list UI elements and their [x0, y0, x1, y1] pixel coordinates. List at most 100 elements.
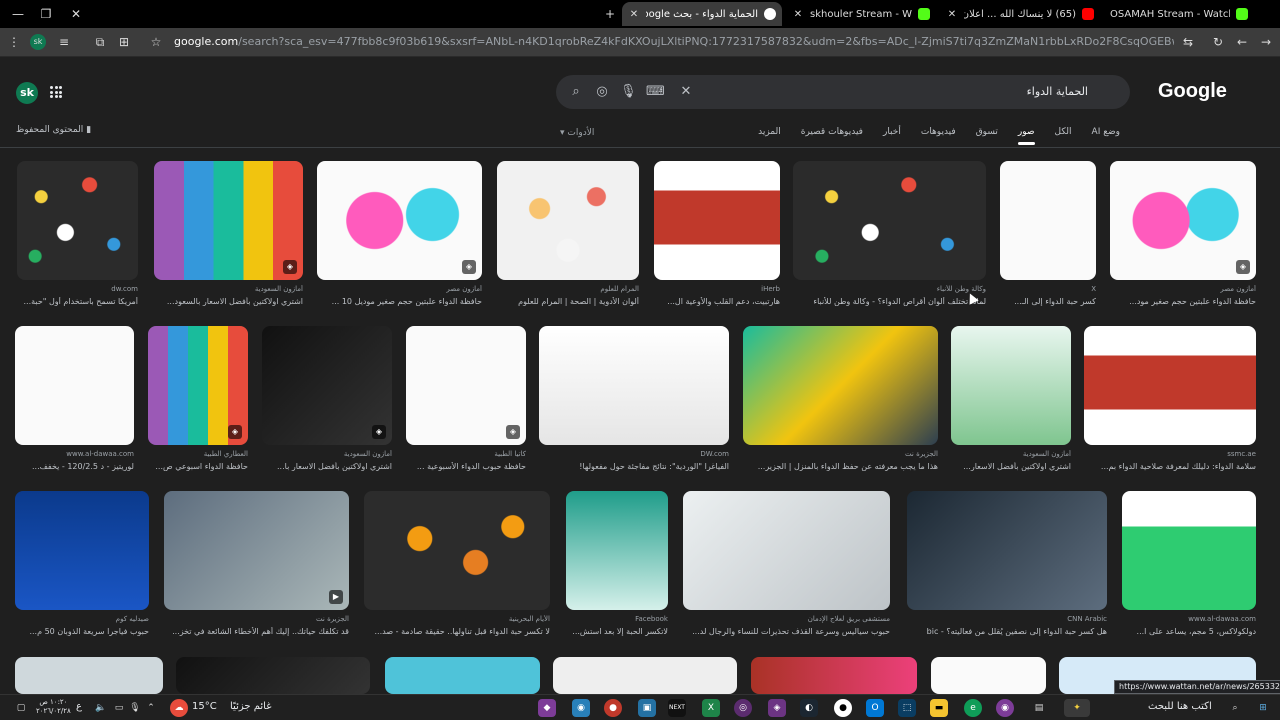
app-icon[interactable]: ◎ [734, 699, 752, 717]
back-icon[interactable]: ← [1234, 34, 1250, 50]
tab-images[interactable]: صور [1017, 127, 1035, 145]
result-source[interactable]: DW.com [539, 450, 729, 458]
tray-chevron-icon[interactable]: ⌃ [142, 699, 160, 717]
windows-start-icon[interactable]: ⊞ [1254, 699, 1272, 717]
result-thumbnail[interactable] [385, 657, 540, 694]
image-result[interactable]: ◈ أمازون مصر حافظة الدواء علبتين حجم صغي… [317, 161, 482, 311]
result-caption[interactable]: حافظة الدواء علبتين حجم صغير موديل 10 ..… [317, 297, 482, 306]
result-caption[interactable]: كسر حبة الدواء إلى الـ... [1000, 297, 1096, 306]
saved-content-link[interactable]: المحتوى المحفوظ ▮ [16, 125, 91, 135]
image-result[interactable]: ◈ كاتيا الطبية حافظة حبوب الدواء الأسبوع… [406, 326, 526, 476]
image-result[interactable]: CNN Arabic هل كسر حبة الدواء إلى نصفين ي… [907, 491, 1107, 641]
result-thumbnail[interactable]: ▶ [164, 491, 349, 610]
image-result[interactable]: الجزيرة نت هذا ما يجب معرفته عن حفظ الدو… [743, 326, 938, 476]
language-indicator[interactable]: ع [76, 701, 82, 712]
result-source[interactable]: كاتيا الطبية [406, 450, 526, 458]
app-icon[interactable]: ◉ [996, 699, 1014, 717]
result-caption[interactable]: ألوان الأدوية | الصحة | المرام للعلوم [497, 297, 639, 306]
keyboard-icon[interactable]: ⌨ [646, 84, 665, 100]
result-thumbnail[interactable] [683, 491, 890, 610]
volume-icon[interactable]: 🔈 [92, 699, 110, 717]
steam-icon[interactable]: ◐ [800, 699, 818, 717]
image-result[interactable]: ▶ الجزيرة نت قد تكلفك حياتك.. إليك أهم ا… [164, 491, 349, 641]
result-source[interactable]: صيدليه كوم [15, 615, 149, 623]
tab-short-videos[interactable]: فيديوهات قصيرة [801, 127, 863, 137]
result-thumbnail[interactable] [931, 657, 1046, 694]
reload-icon[interactable]: ↻ [1210, 34, 1226, 50]
tab-youtube[interactable]: ✕ (65) لا ينساك الله ... اعلان زين لرمضا… [940, 2, 1100, 26]
file-explorer-icon[interactable]: ▬ [930, 699, 948, 717]
result-caption[interactable]: هارتبيت، دعم القلب والأوعية ال... [654, 297, 780, 306]
result-source[interactable]: X [1000, 285, 1096, 293]
notifications-icon[interactable]: ▢ [12, 699, 30, 717]
tools-button[interactable]: ▾ الأدوات [560, 128, 594, 138]
close-tab-icon[interactable]: ✕ [628, 9, 640, 20]
result-source[interactable]: الجزيرة نت [743, 450, 938, 458]
result-thumbnail[interactable]: ◈ [406, 326, 526, 445]
image-result[interactable]: X كسر حبة الدواء إلى الـ... [1000, 161, 1096, 311]
result-caption[interactable]: أمريكا تسمح باستخدام أول "حبة... [17, 297, 138, 306]
result-thumbnail[interactable] [17, 161, 138, 280]
result-source[interactable]: www.al-dawaa.com [1122, 615, 1256, 623]
result-caption[interactable]: قد تكلفك حياتك.. إليك أهم الأخطاء الشائع… [164, 627, 349, 636]
bookmark-star-icon[interactable]: ☆ [148, 34, 164, 50]
address-bar[interactable]: google.com/search?sca_esv=477fbb8c9f03b6… [174, 35, 1174, 48]
result-thumbnail[interactable]: ◈ [1110, 161, 1256, 280]
image-result[interactable]: www.al-dawaa.com لوريتيز - د 120/2.5 - ي… [15, 326, 134, 476]
result-thumbnail[interactable] [566, 491, 668, 610]
result-source[interactable]: Facebook [566, 615, 668, 623]
result-thumbnail[interactable] [1000, 161, 1096, 280]
result-source[interactable]: أمازون السعودية [154, 285, 303, 293]
result-source[interactable]: أمازون مصر [1110, 285, 1256, 293]
image-result[interactable]: www.al-dawaa.com دولكولاكس، 5 مجم، يساعد… [1122, 491, 1256, 641]
minimize-icon[interactable]: — [10, 6, 26, 22]
result-thumbnail[interactable]: ◈ [154, 161, 303, 280]
result-thumbnail[interactable] [654, 161, 780, 280]
app-icon[interactable]: ◆ [538, 699, 556, 717]
image-result[interactable]: أمازون السعودية اشتري اولاكتين بأفضل الا… [951, 326, 1071, 476]
app-icon[interactable]: ◈ [768, 699, 786, 717]
tab-news[interactable]: أخبار [883, 127, 901, 137]
result-caption[interactable]: اشتري اولاكتين بأفضل الاسعار بالسعود... [154, 297, 303, 306]
tab-google-search[interactable]: ✕ الحماية الدواء - بحث Google [622, 2, 782, 26]
image-result[interactable]: وكالة وطن للأنباء لماذا تختلف ألوان أقرا… [793, 161, 986, 311]
tab-osamah-stream[interactable]: OSAMAH Stream - Watch Live o [1104, 2, 1254, 26]
app-icon[interactable]: X [702, 699, 720, 717]
result-thumbnail[interactable] [364, 491, 550, 610]
result-caption[interactable]: الفياغرا "الوردية": نتائج مفاجئة حول مفع… [539, 462, 729, 471]
result-thumbnail[interactable] [497, 161, 639, 280]
result-thumbnail[interactable] [15, 657, 163, 694]
share-icon[interactable]: ⇆ [1180, 34, 1196, 50]
result-source[interactable]: أمازون مصر [317, 285, 482, 293]
tab-shopping[interactable]: تسوق [976, 127, 998, 137]
tab-all[interactable]: الكل [1055, 127, 1072, 137]
image-result[interactable]: DW.com الفياغرا "الوردية": نتائج مفاجئة … [539, 326, 729, 476]
tab-more[interactable]: المزيد [758, 127, 781, 137]
result-source[interactable]: الجزيرة نت [164, 615, 349, 623]
tab-videos[interactable]: فيديوهات [921, 127, 956, 137]
result-caption[interactable]: حافظة الدواء اسبوعي ص... [148, 462, 248, 471]
lens-icon[interactable]: ◎ [594, 84, 610, 100]
copilot-icon[interactable]: ✦ [1064, 699, 1090, 717]
close-window-icon[interactable]: ✕ [68, 6, 84, 22]
app-icon[interactable]: ▣ [638, 699, 656, 717]
result-caption[interactable]: هذا ما يجب معرفته عن حفظ الدواء بالمنزل … [743, 462, 938, 471]
google-logo[interactable]: Google [1158, 80, 1227, 103]
result-source[interactable]: أمازون السعودية [951, 450, 1071, 458]
result-caption[interactable]: لماذا تختلف ألوان أقراص الدواء؟ - وكالة … [793, 297, 986, 306]
result-thumbnail[interactable] [751, 657, 917, 694]
result-source[interactable]: العطاري الطبية [148, 450, 248, 458]
result-source[interactable]: ssmc.ae [1084, 450, 1256, 458]
image-result[interactable]: الأيام البحرينية لا تكسر حبة الدواء قبل … [364, 491, 550, 641]
result-thumbnail[interactable] [743, 326, 938, 445]
image-result[interactable]: المرام للعلوم ألوان الأدوية | الصحة | ال… [497, 161, 639, 311]
image-result[interactable]: ssmc.ae سلامة الدواء: دليلك لمعرفة صلاحي… [1084, 326, 1256, 476]
image-result[interactable]: ◈ أمازون مصر حافظة الدواء علبتين حجم صغي… [1110, 161, 1256, 311]
image-result[interactable]: ◈ العطاري الطبية حافظة الدواء اسبوعي ص..… [148, 326, 248, 476]
forward-icon[interactable]: → [1258, 34, 1274, 50]
task-view-icon[interactable]: ▤ [1030, 699, 1048, 717]
tab-ai-mode[interactable]: وضع AI [1092, 127, 1120, 137]
result-caption[interactable]: سلامة الدواء: دليلك لمعرفة صلاحية الدواء… [1084, 462, 1256, 471]
app-icon[interactable]: NEXT [668, 699, 686, 717]
taskbar-search-input[interactable]: اكتب هنا للبحث [1148, 701, 1212, 712]
